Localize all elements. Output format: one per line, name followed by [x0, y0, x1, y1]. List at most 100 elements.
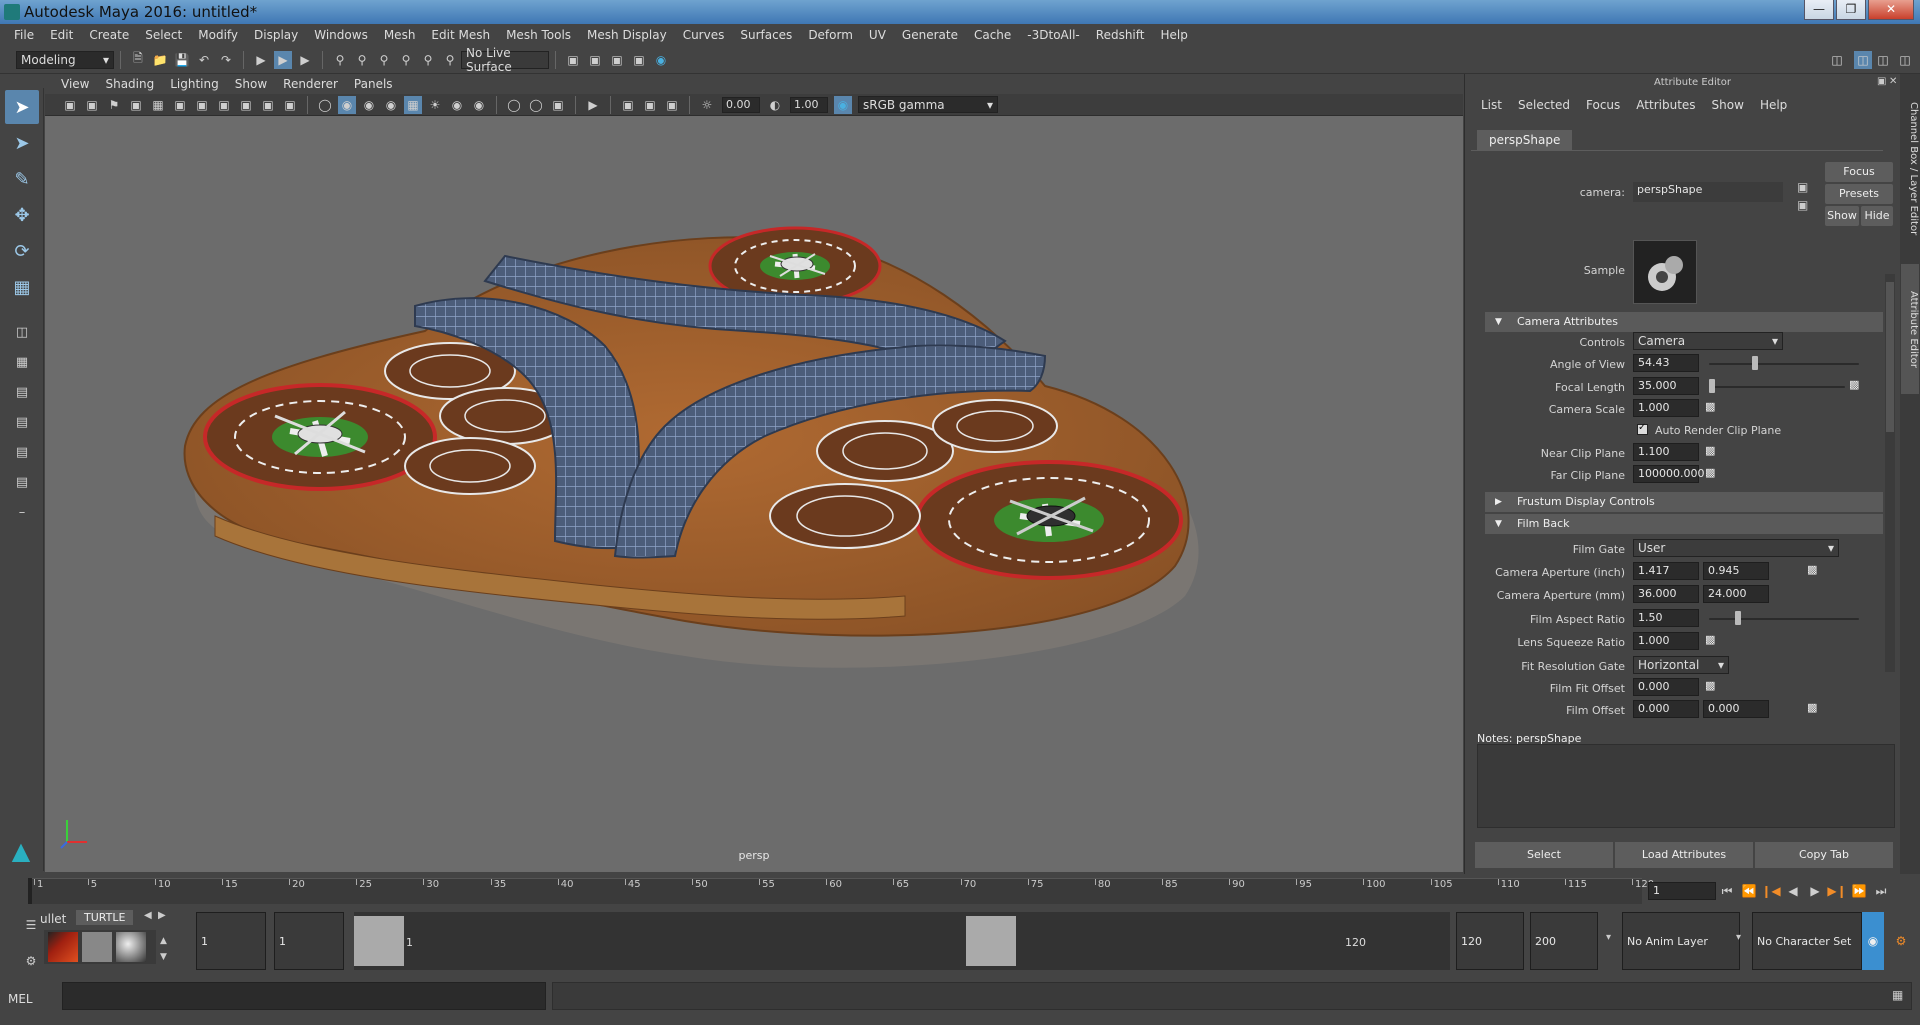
color-management-icon[interactable]: ◉ — [834, 95, 852, 114]
ae-menu-attributes[interactable]: Attributes — [1628, 98, 1703, 112]
section-frustum-display[interactable]: ▶ Frustum Display Controls — [1485, 492, 1883, 512]
chevron-down-icon[interactable]: ▾ — [1606, 932, 1611, 943]
hide-button[interactable]: Hide — [1861, 206, 1893, 226]
copy-tab-button[interactable]: Copy Tab — [1755, 842, 1893, 868]
textured-icon[interactable]: ▦ — [404, 95, 422, 114]
map-button-icon[interactable]: ▩ — [1705, 679, 1715, 692]
menu-redshift[interactable]: Redshift — [1088, 28, 1153, 42]
aperture-inch-x-field[interactable]: 1.417 — [1633, 562, 1699, 580]
gamma-field[interactable]: 1.00 — [790, 96, 828, 113]
safe-action-icon[interactable]: ▣ — [259, 96, 277, 114]
lens-squeeze-field[interactable]: 1.000 — [1633, 632, 1699, 650]
focal-length-slider-handle[interactable] — [1709, 379, 1715, 393]
angle-of-view-slider[interactable] — [1709, 363, 1859, 365]
film-aspect-field[interactable]: 1.50 — [1633, 609, 1699, 627]
snap-view-icon[interactable]: ⚲ — [397, 51, 415, 69]
texture-layout-icon[interactable]: ▤ — [5, 468, 39, 496]
ae-menu-selected[interactable]: Selected — [1510, 98, 1578, 112]
playback-end-field[interactable]: 120 — [1456, 912, 1524, 970]
frame-all-icon[interactable]: ▣ — [619, 96, 637, 114]
menu-edit-mesh[interactable]: Edit Mesh — [423, 28, 498, 42]
film-offset-y-field[interactable]: 0.000 — [1703, 700, 1769, 718]
film-offset-x-field[interactable]: 0.000 — [1633, 700, 1699, 718]
snap-surface-icon[interactable]: ⚲ — [419, 51, 437, 69]
go-to-end-icon[interactable]: ⏭ — [1872, 882, 1890, 900]
film-gate-dropdown[interactable]: User ▾ — [1633, 539, 1839, 557]
rotate-tool-icon[interactable]: ⟳ — [5, 234, 39, 268]
menu-3dtoall[interactable]: -3DtoAll- — [1019, 28, 1087, 42]
start-time-field[interactable]: 1 — [196, 912, 266, 970]
hypershade-layout-icon[interactable]: ▤ — [5, 438, 39, 466]
menu-help[interactable]: Help — [1152, 28, 1195, 42]
focus-button[interactable]: Focus — [1825, 162, 1893, 182]
map-button-icon[interactable]: ▩ — [1705, 444, 1715, 457]
select-tool-icon[interactable]: ➤ — [5, 90, 39, 124]
minimize-button[interactable]: — — [1804, 0, 1834, 20]
film-aspect-slider[interactable] — [1709, 618, 1859, 620]
current-time-marker[interactable] — [28, 878, 32, 904]
range-slider[interactable]: 1 120 — [354, 912, 1450, 970]
layout-single-icon[interactable]: ◫ — [1828, 51, 1846, 69]
layout-channel-icon[interactable]: ◫ — [1896, 51, 1914, 69]
snap-point-icon[interactable]: ⚲ — [375, 51, 393, 69]
undo-icon[interactable]: ↶ — [195, 51, 213, 69]
viewport-menu-shading[interactable]: Shading — [97, 77, 162, 91]
scale-tool-icon[interactable]: ▦ — [5, 270, 39, 304]
layout-menu-icon[interactable]: – — [5, 498, 39, 526]
xray-joints-icon[interactable]: ◯ — [527, 96, 545, 114]
shelf-tab-next-icon[interactable]: ▶ — [158, 910, 166, 921]
ae-menu-help[interactable]: Help — [1752, 98, 1795, 112]
focal-length-slider[interactable] — [1709, 386, 1845, 388]
ambient-occlusion-icon[interactable]: ◉ — [470, 96, 488, 114]
anim-layer-field[interactable]: No Anim Layer — [1622, 912, 1740, 970]
playback-start-field[interactable]: 1 — [274, 912, 344, 970]
map-button-icon[interactable]: ▩ — [1705, 466, 1715, 479]
menu-surfaces[interactable]: Surfaces — [732, 28, 800, 42]
four-view-layout-icon[interactable]: ▦ — [5, 348, 39, 376]
move-tool-icon[interactable]: ✥ — [5, 198, 39, 232]
scrollbar-thumb[interactable] — [1886, 282, 1894, 432]
menu-uv[interactable]: UV — [861, 28, 894, 42]
go-to-input-icon[interactable]: ▣ — [1797, 180, 1808, 194]
go-to-start-icon[interactable]: ⏮ — [1718, 882, 1736, 900]
render-settings-icon[interactable]: ▣ — [630, 51, 648, 69]
focal-length-field[interactable]: 35.000 — [1633, 377, 1699, 395]
shelf-menu-icon[interactable]: ☰ — [22, 916, 40, 934]
fit-resolution-dropdown[interactable]: Horizontal ▾ — [1633, 656, 1729, 674]
film-aspect-slider-handle[interactable] — [1734, 611, 1741, 625]
camera-select-icon[interactable]: ▣ — [61, 96, 79, 114]
bookmark-icon[interactable]: ⚑ — [105, 96, 123, 114]
controls-dropdown[interactable]: Camera ▾ — [1633, 332, 1783, 350]
menu-curves[interactable]: Curves — [675, 28, 733, 42]
tab-perspshape[interactable]: perspShape — [1477, 130, 1573, 150]
step-back-frame-icon[interactable]: ❙◀ — [1761, 882, 1780, 900]
menu-deform[interactable]: Deform — [800, 28, 861, 42]
film-fit-offset-field[interactable]: 0.000 — [1633, 678, 1699, 696]
single-perspective-layout-icon[interactable]: ◫ — [5, 318, 39, 346]
xray-components-icon[interactable]: ▣ — [549, 96, 567, 114]
open-scene-icon[interactable]: 📁 — [151, 51, 169, 69]
render-frame-icon[interactable]: ▣ — [586, 51, 604, 69]
step-back-key-icon[interactable]: ⏪ — [1740, 882, 1758, 900]
persp-outliner-layout-icon[interactable]: ▤ — [5, 378, 39, 406]
near-clip-field[interactable]: 1.100 — [1633, 443, 1699, 461]
menu-file[interactable]: File — [6, 28, 42, 42]
shadows-icon[interactable]: ◉ — [448, 96, 466, 114]
menuset-dropdown[interactable]: Modeling ▾ — [16, 50, 114, 69]
save-scene-icon[interactable]: 💾 — [173, 51, 191, 69]
select-component-icon[interactable]: ▶ — [296, 51, 314, 69]
play-forward-icon[interactable]: ▶ — [1806, 882, 1824, 900]
image-plane-icon[interactable]: ▣ — [127, 96, 145, 114]
lasso-tool-icon[interactable]: ➤ — [5, 126, 39, 160]
menu-generate[interactable]: Generate — [894, 28, 966, 42]
show-button[interactable]: Show — [1825, 206, 1859, 226]
time-slider[interactable]: 1 5 10 15 20 25 30 35 40 45 50 55 60 65 70 75 80 85 90 95 10… — [0, 874, 1920, 908]
select-hierarchy-icon[interactable]: ▶ — [252, 51, 270, 69]
far-clip-field[interactable]: 100000.000 — [1633, 465, 1704, 483]
wireframe-icon[interactable]: ◯ — [316, 96, 334, 114]
frame-selected-icon[interactable]: ▣ — [641, 96, 659, 114]
maximize-button[interactable]: ❐ — [1836, 0, 1866, 20]
shelf-settings-icon[interactable]: ⚙ — [22, 952, 40, 970]
field-chart-icon[interactable]: ▣ — [237, 96, 255, 114]
go-to-output-icon[interactable]: ▣ — [1797, 198, 1808, 212]
